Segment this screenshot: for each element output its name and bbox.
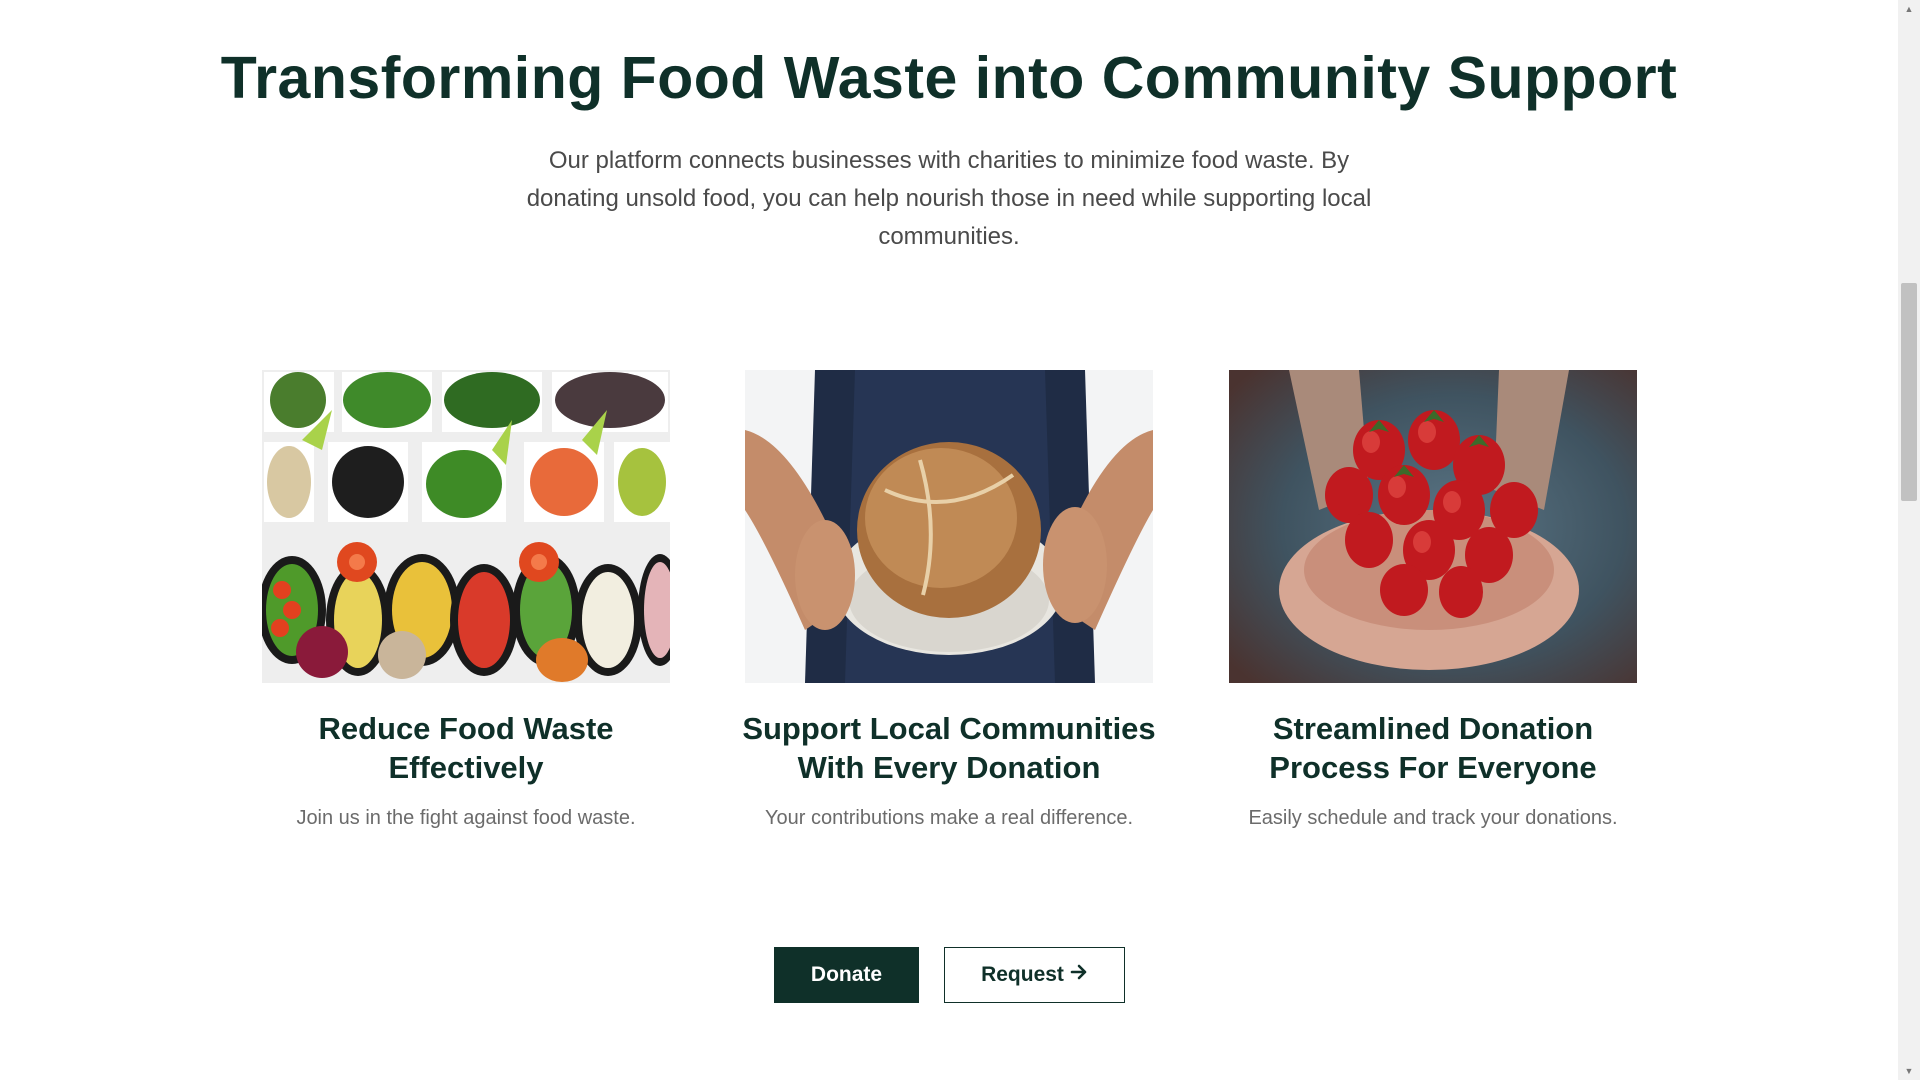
scrollbar-thumb[interactable] <box>1901 283 1917 501</box>
feature-card-reduce-waste: Reduce Food Waste Effectively Join us in… <box>262 370 670 830</box>
intro-text: Our platform connects businesses with ch… <box>526 147 1372 250</box>
feature-text: Your contributions make a real differenc… <box>765 807 1133 829</box>
feature-title: Streamlined Donation Process For Everyon… <box>1269 711 1597 785</box>
vertical-scrollbar[interactable]: ▲ ▼ <box>1898 0 1920 1080</box>
scroll-up-arrow-icon[interactable]: ▲ <box>1898 0 1920 18</box>
feature-card-support-communities: Support Local Communities With Every Don… <box>742 370 1156 830</box>
donate-button[interactable]: Donate <box>774 947 919 1003</box>
feature-text: Easily schedule and track your donations… <box>1248 807 1618 829</box>
page-title: Transforming Food Waste into Community S… <box>220 45 1678 111</box>
donate-button-label: Donate <box>810 963 883 986</box>
feature-title: Support Local Communities With Every Don… <box>742 711 1156 785</box>
page: Transforming Food Waste into Community S… <box>0 0 1898 1080</box>
request-button-label: Request <box>981 963 1064 986</box>
request-button[interactable]: Request <box>944 947 1125 1003</box>
vegetable-buffet-image <box>262 370 670 683</box>
scroll-down-arrow-icon[interactable]: ▼ <box>1898 1062 1920 1080</box>
strawberries-in-hands-image <box>1229 370 1637 683</box>
feature-card-streamlined-process: Streamlined Donation Process For Everyon… <box>1229 370 1637 830</box>
arrow-right-icon <box>1070 963 1088 987</box>
feature-text: Join us in the fight against food waste. <box>296 807 636 829</box>
bread-in-hands-image <box>745 370 1153 683</box>
feature-title: Reduce Food Waste Effectively <box>318 711 614 785</box>
